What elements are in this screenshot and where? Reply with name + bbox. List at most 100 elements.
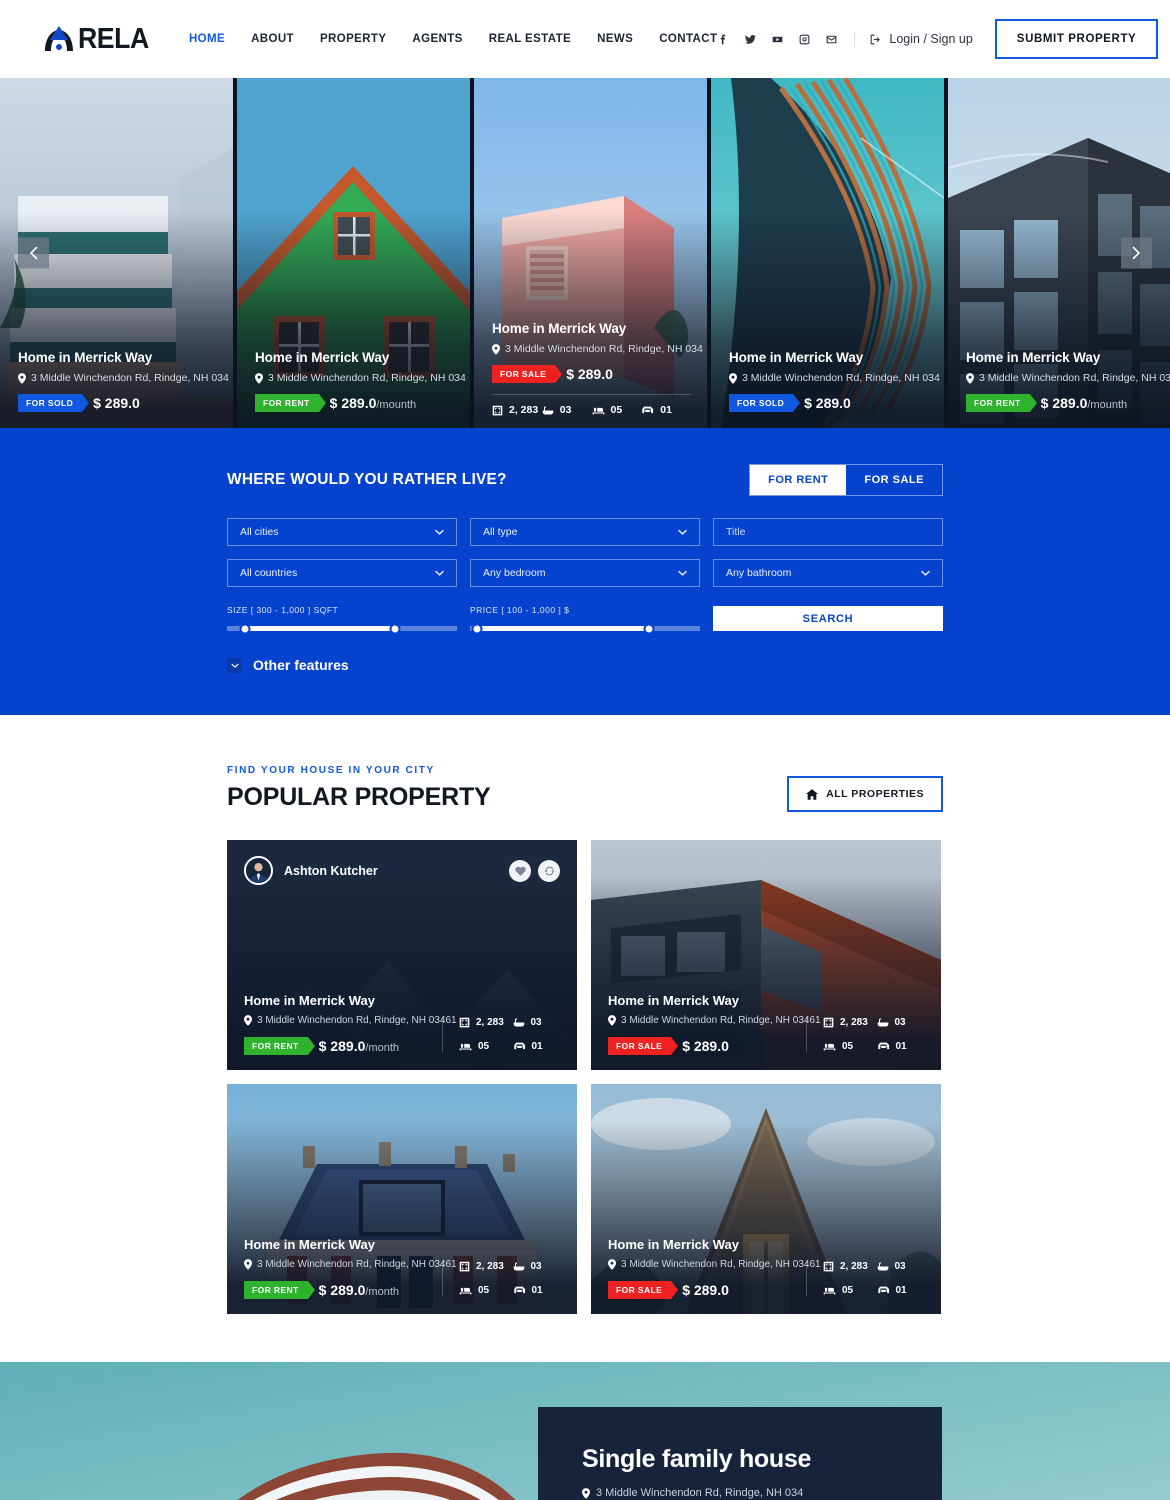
spec-bed-value: 05 bbox=[842, 1285, 854, 1296]
nav-item-agents[interactable]: AGENTS bbox=[412, 33, 462, 45]
card-price: $ 289.0 bbox=[682, 1038, 729, 1054]
social-links bbox=[717, 33, 838, 46]
slide-caption: Home in Merrick Way 3 Middle Winchendon … bbox=[255, 350, 466, 412]
countries-select-value: All countries bbox=[240, 567, 298, 579]
type-select[interactable]: All type bbox=[470, 518, 700, 546]
all-properties-label: ALL PROPERTIES bbox=[826, 788, 924, 800]
spec-area-value: 2, 283 bbox=[476, 1261, 504, 1272]
spec-garage-value: 01 bbox=[895, 1041, 907, 1052]
spec-garage: 01 bbox=[877, 1041, 927, 1052]
card-body: Home in Merrick Way 3 Middle Winchendon … bbox=[608, 1237, 926, 1299]
slide-price: $ 289.0/mounth bbox=[329, 395, 417, 411]
spec-bed: 05 bbox=[823, 1285, 873, 1296]
spec-bath-value: 03 bbox=[894, 1017, 906, 1028]
carousel-next-button[interactable] bbox=[1121, 237, 1152, 269]
property-card[interactable]: Ashton Kutcher Home in Merrick Way 3 Mid… bbox=[227, 840, 577, 1070]
car-icon bbox=[642, 406, 654, 413]
instagram-icon[interactable] bbox=[798, 33, 811, 46]
nav-item-news[interactable]: NEWS bbox=[597, 33, 633, 45]
bath-icon bbox=[542, 406, 554, 414]
card-actions bbox=[509, 859, 560, 882]
property-card[interactable]: Home in Merrick Way 3 Middle Winchendon … bbox=[227, 1084, 577, 1314]
other-features-toggle[interactable]: Other features bbox=[227, 657, 943, 673]
title-input[interactable]: Title bbox=[713, 518, 943, 546]
slide-price: $ 289.0 bbox=[804, 395, 851, 411]
hero-slide[interactable]: Home in Merrick Way 3 Middle Winchendon … bbox=[237, 78, 470, 428]
hero-carousel: Home in Merrick Way 3 Middle Winchendon … bbox=[0, 78, 1170, 428]
twitter-icon[interactable] bbox=[744, 33, 757, 46]
youtube-icon[interactable] bbox=[771, 33, 784, 46]
favorite-button[interactable] bbox=[509, 859, 531, 882]
property-card[interactable]: Home in Merrick Way 3 Middle Winchendon … bbox=[591, 840, 941, 1070]
card-address-text: 3 Middle Winchendon Rd, Rindge, NH 03461 bbox=[257, 1259, 457, 1270]
slide-caption: Home in Merrick Way 3 Middle Winchendon … bbox=[966, 350, 1170, 412]
search-button[interactable]: SEARCH bbox=[713, 606, 943, 631]
countries-select[interactable]: All countries bbox=[227, 559, 457, 587]
bath-icon bbox=[877, 1018, 888, 1027]
status-badge: FOR SALE bbox=[608, 1037, 679, 1055]
status-badge: FOR SOLD bbox=[18, 394, 90, 412]
slide-price-row: FOR RENT $ 289.0/mounth bbox=[255, 394, 454, 412]
slide-address-text: 3 Middle Winchendon Rd, Rindge, NH 034 bbox=[979, 372, 1170, 384]
carousel-prev-button[interactable] bbox=[18, 237, 49, 269]
range-sliders-row: SIZE [ 300 - 1,000 ] SqFt PRICE [ 100 - … bbox=[227, 605, 943, 634]
spec-bath: 03 bbox=[877, 1261, 927, 1272]
nav-item-real-estate[interactable]: REAL ESTATE bbox=[489, 33, 571, 45]
nav-item-property[interactable]: PROPERTY bbox=[320, 33, 386, 45]
chevron-down-icon bbox=[678, 529, 687, 535]
size-range: SIZE [ 300 - 1,000 ] SqFt bbox=[227, 605, 457, 634]
property-card[interactable]: Home in Merrick Way 3 Middle Winchendon … bbox=[591, 1084, 941, 1314]
size-slider-track[interactable] bbox=[227, 623, 457, 634]
hero-slide[interactable]: Home in Merrick Way 3 Middle Winchendon … bbox=[711, 78, 944, 428]
slide-price: $ 289.0 bbox=[93, 395, 140, 411]
spec-bath-value: 03 bbox=[559, 404, 572, 416]
size-slider-knob-min[interactable] bbox=[239, 623, 251, 634]
toggle-for-rent[interactable]: FOR RENT bbox=[750, 465, 847, 495]
slide-price-row: FOR SOLD $ 289.0 bbox=[729, 394, 928, 412]
bathroom-select[interactable]: Any bathroom bbox=[713, 559, 943, 587]
status-badge: FOR SALE bbox=[492, 365, 563, 383]
compare-button[interactable] bbox=[538, 859, 560, 882]
avatar[interactable] bbox=[244, 856, 273, 885]
spec-bath-value: 03 bbox=[530, 1261, 542, 1272]
price-slider-fill bbox=[476, 626, 650, 631]
page-title: POPULAR PROPERTY bbox=[227, 783, 491, 811]
area-icon bbox=[459, 1261, 470, 1272]
card-body: Home in Merrick Way 3 Middle Winchendon … bbox=[244, 993, 562, 1055]
area-icon bbox=[492, 405, 503, 415]
nav-item-contact[interactable]: CONTACT bbox=[659, 33, 717, 45]
home-icon bbox=[806, 788, 819, 800]
size-slider-knob-max[interactable] bbox=[389, 623, 401, 634]
hero-slide-active[interactable]: Home in Merrick Way 3 Middle Winchendon … bbox=[474, 78, 707, 428]
price-slider-knob-min[interactable] bbox=[471, 623, 483, 634]
bathroom-select-value: Any bathroom bbox=[726, 567, 792, 579]
location-pin-icon bbox=[966, 372, 974, 384]
spec-garage: 01 bbox=[641, 404, 691, 416]
facebook-icon[interactable] bbox=[717, 33, 730, 46]
triangle-arch-logo-icon bbox=[45, 26, 73, 51]
spec-bath-value: 03 bbox=[530, 1017, 542, 1028]
slide-title: Home in Merrick Way bbox=[492, 321, 627, 336]
spec-garage-value: 01 bbox=[531, 1041, 543, 1052]
login-signup-link[interactable]: Login / Sign up bbox=[869, 32, 973, 46]
card-body: Home in Merrick Way 3 Middle Winchendon … bbox=[608, 993, 926, 1055]
price-slider-knob-max[interactable] bbox=[643, 623, 655, 634]
card-price-row: FOR SALE $ 289.0 bbox=[608, 1037, 806, 1055]
toggle-for-sale[interactable]: FOR SALE bbox=[846, 465, 942, 495]
nav-item-home[interactable]: HOME bbox=[189, 33, 225, 45]
other-features-box bbox=[227, 657, 242, 673]
card-address-text: 3 Middle Winchendon Rd, Rindge, NH 03461 bbox=[621, 1015, 821, 1026]
logo[interactable]: RELA bbox=[42, 23, 155, 56]
chevron-down-icon bbox=[435, 529, 444, 535]
nav-item-about[interactable]: ABOUT bbox=[251, 33, 294, 45]
cities-select[interactable]: All cities bbox=[227, 518, 457, 546]
all-properties-button[interactable]: ALL PROPERTIES bbox=[787, 776, 943, 812]
envelope-icon[interactable] bbox=[825, 33, 838, 46]
submit-property-button[interactable]: SUBMIT PROPERTY bbox=[994, 19, 1159, 59]
price-range: PRICE [ 100 - 1,000 ] $ bbox=[470, 605, 700, 634]
area-icon bbox=[823, 1017, 834, 1028]
price-slider-track[interactable] bbox=[470, 623, 700, 634]
popular-header: FIND YOUR HOUSE IN YOUR CITY POPULAR PRO… bbox=[227, 765, 943, 812]
site-header: RELA HOME ABOUT PROPERTY AGENTS REAL EST… bbox=[0, 0, 1170, 78]
bedroom-select[interactable]: Any bedroom bbox=[470, 559, 700, 587]
